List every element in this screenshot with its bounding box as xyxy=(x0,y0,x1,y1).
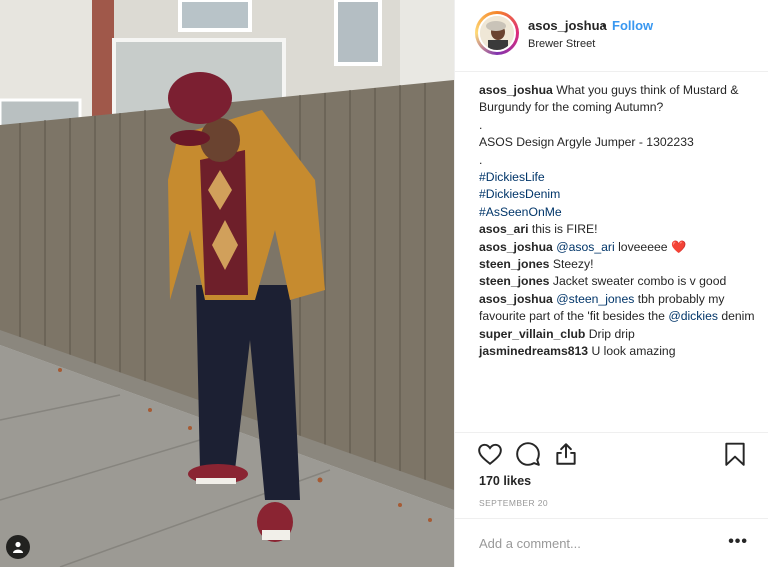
comment-row: steen_jones Steezy! xyxy=(479,256,759,273)
post-side-panel: asos_joshua • Follow Brewer Street asos_… xyxy=(454,0,768,567)
location-link[interactable]: Brewer Street xyxy=(528,38,595,50)
comment-row: asos_ari this is FIRE! xyxy=(479,221,759,238)
comment-username[interactable]: steen_jones xyxy=(479,274,549,288)
heart-emoji: ❤️ xyxy=(670,239,687,254)
avatar[interactable] xyxy=(478,14,516,52)
post-header: asos_joshua • Follow Brewer Street xyxy=(455,0,768,72)
hashtag-link[interactable]: #DickiesLife xyxy=(479,170,545,184)
add-comment-bar: ••• xyxy=(455,518,768,567)
comment-text: Drip drip xyxy=(588,326,635,341)
comment-text: U look amazing xyxy=(591,344,676,359)
caption: asos_joshua What you guys think of Musta… xyxy=(479,82,759,117)
comment-text: Steezy! xyxy=(552,257,594,272)
caption-product: ASOS Design Argyle Jumper - 1302233 xyxy=(479,135,694,150)
action-bar xyxy=(455,432,768,472)
story-ring[interactable] xyxy=(475,11,519,55)
comment-row: steen_jones Jacket sweater combo is v go… xyxy=(479,273,759,290)
comments-list: asos_joshua What you guys think of Musta… xyxy=(479,82,759,361)
caption-dot: . xyxy=(479,117,483,132)
comment-username[interactable]: asos_joshua xyxy=(479,240,553,254)
comment-username[interactable]: jasminedreams813 xyxy=(479,344,588,358)
hashtag-link[interactable]: #DickiesDenim xyxy=(479,187,560,201)
add-comment-input[interactable] xyxy=(479,533,709,553)
tagged-user-icon[interactable] xyxy=(6,535,30,559)
comment-username[interactable]: steen_jones xyxy=(479,257,549,271)
caption-dot: . xyxy=(479,152,483,167)
mention-link[interactable]: @steen_jones xyxy=(556,292,634,306)
comment-username[interactable]: asos_joshua xyxy=(479,292,553,306)
share-icon[interactable] xyxy=(553,441,579,467)
follow-button[interactable]: Follow xyxy=(612,18,653,33)
comment-text: this is FIRE! xyxy=(531,222,598,237)
post-date: SEPTEMBER 20 xyxy=(479,498,549,508)
comment-username[interactable]: super_villain_club xyxy=(479,327,585,341)
comment-row: jasminedreams813 U look amazing xyxy=(479,343,759,360)
heart-icon[interactable] xyxy=(477,441,503,467)
header-separator: • xyxy=(602,18,607,33)
comment-text: denim xyxy=(721,309,755,324)
post-photo[interactable] xyxy=(0,0,454,567)
mention-link[interactable]: @asos_ari xyxy=(556,240,614,254)
bookmark-icon[interactable] xyxy=(722,441,748,467)
more-options-icon[interactable]: ••• xyxy=(728,533,748,551)
comment-text: loveeeee xyxy=(618,239,668,254)
header-username[interactable]: asos_joshua xyxy=(528,18,607,33)
mention-link[interactable]: @dickies xyxy=(668,309,718,323)
comment-text: Jacket sweater combo is v good xyxy=(552,274,727,289)
likes-count[interactable]: 170 likes xyxy=(479,474,531,488)
hashtag-link[interactable]: #AsSeenOnMe xyxy=(479,205,562,219)
comment-username[interactable]: asos_ari xyxy=(479,222,528,236)
comment-row: asos_joshua @steen_jones tbh probably my… xyxy=(479,291,759,326)
caption-username[interactable]: asos_joshua xyxy=(479,83,553,97)
photo-image xyxy=(0,0,454,567)
comment-row: asos_joshua @asos_ari loveeeee ❤️ xyxy=(479,239,759,256)
comment-row: super_villain_club Drip drip xyxy=(479,326,759,343)
comment-icon[interactable] xyxy=(515,441,541,467)
